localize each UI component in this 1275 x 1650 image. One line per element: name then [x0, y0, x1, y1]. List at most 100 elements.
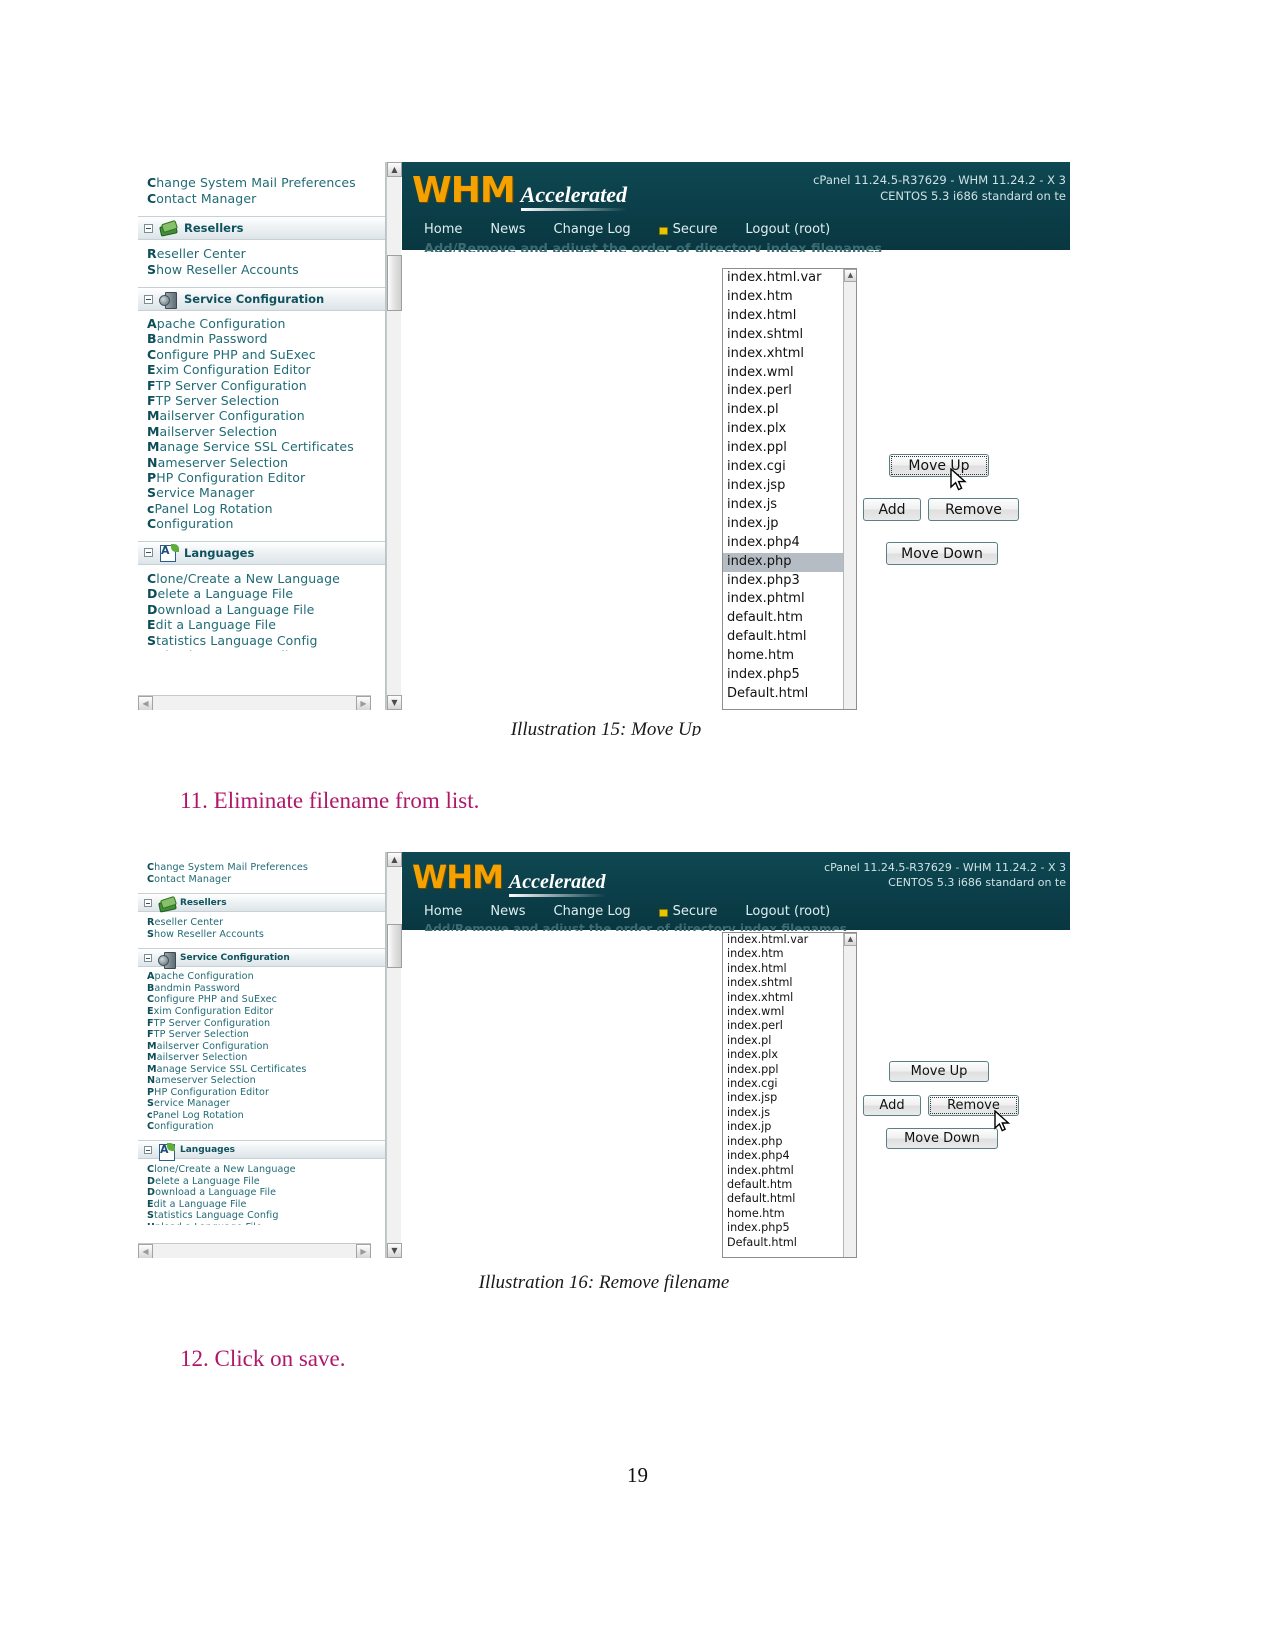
- add-button-15[interactable]: Add: [863, 498, 921, 521]
- whm-navbar-16[interactable]: Home News Change Log Secure Logout (root…: [424, 904, 830, 919]
- sidebar-link-clone-create-a-new-language[interactable]: Clone/Create a New Language: [147, 1164, 385, 1176]
- sidebar-link-configuration[interactable]: Configuration: [147, 1121, 385, 1133]
- sidebar-link-exim-configuration-editor[interactable]: Exim Configuration Editor: [147, 362, 385, 377]
- sidebar-link-mailserver-configuration[interactable]: Mailserver Configuration: [147, 408, 385, 423]
- scroll-down-icon[interactable]: ▼: [387, 695, 402, 710]
- scroll-down-icon[interactable]: ▼: [387, 1243, 402, 1258]
- nav-item-secure[interactable]: Secure: [658, 904, 717, 919]
- list-item[interactable]: index.cgi: [723, 458, 856, 477]
- list-item[interactable]: index.html: [723, 307, 856, 326]
- sidebar-group-languages-16[interactable]: Languages: [138, 1140, 385, 1161]
- list-item[interactable]: index.pl: [723, 1034, 856, 1048]
- list-item[interactable]: index.wml: [723, 364, 856, 383]
- list-item[interactable]: index.php5: [723, 666, 856, 685]
- whm-navbar-15[interactable]: Home News Change Log Secure Logout (root…: [424, 222, 830, 237]
- sidebar-vertical-scrollbar-16[interactable]: ▲ ▼: [386, 852, 402, 1258]
- list-item[interactable]: Default.html: [723, 1236, 856, 1250]
- sidebar-link-change-system-mail-preferences[interactable]: Change System Mail Preferences: [147, 175, 385, 191]
- list-item[interactable]: index.html.var: [723, 269, 856, 288]
- scroll-right-icon[interactable]: ▶: [356, 696, 371, 710]
- nav-item-home[interactable]: Home: [424, 904, 462, 919]
- sidebar-link-edit-a-language-file[interactable]: Edit a Language File: [147, 1199, 385, 1211]
- sidebar-link-show-reseller-accounts[interactable]: Show Reseller Accounts: [147, 262, 385, 278]
- collapse-icon[interactable]: [144, 953, 152, 962]
- sidebar-group-resellers[interactable]: Resellers: [138, 216, 385, 240]
- list-item[interactable]: index.htm: [723, 288, 856, 307]
- sidebar-link-mailserver-configuration[interactable]: Mailserver Configuration: [147, 1041, 385, 1053]
- sidebar-link-download-a-language-file[interactable]: Download a Language File: [147, 1187, 385, 1199]
- sidebar-group-resellers-16[interactable]: Resellers: [138, 893, 385, 913]
- list-item[interactable]: index.htm: [723, 947, 856, 961]
- collapse-icon[interactable]: [144, 898, 152, 907]
- list-item[interactable]: index.jsp: [723, 1091, 856, 1105]
- list-item[interactable]: default.html: [723, 1192, 856, 1206]
- nav-item-change-log[interactable]: Change Log: [554, 222, 631, 237]
- scroll-up-icon[interactable]: ▲: [844, 933, 856, 946]
- sidebar-link-statistics-language-config[interactable]: Statistics Language Config: [147, 633, 385, 649]
- list-item[interactable]: home.htm: [723, 647, 856, 666]
- nav-item-logout[interactable]: Logout (root): [745, 904, 830, 919]
- list-item[interactable]: index.php: [723, 1135, 856, 1149]
- list-item[interactable]: index.xhtml: [723, 991, 856, 1005]
- scroll-left-icon[interactable]: ◀: [138, 696, 153, 710]
- list-item[interactable]: index.xhtml: [723, 345, 856, 364]
- sidebar-link-contact-manager[interactable]: Contact Manager: [147, 191, 385, 207]
- list-item[interactable]: index.js: [723, 1106, 856, 1120]
- scroll-right-icon[interactable]: ▶: [356, 1244, 371, 1258]
- scroll-up-icon[interactable]: ▲: [844, 269, 856, 282]
- list-item[interactable]: index.perl: [723, 1019, 856, 1033]
- sidebar-link-service-manager[interactable]: Service Manager: [147, 1098, 385, 1110]
- whm-sidebar-15[interactable]: Change System Mail Preferences Contact M…: [138, 162, 386, 710]
- sidebar-link-reseller-center[interactable]: Reseller Center: [147, 917, 385, 929]
- nav-item-home[interactable]: Home: [424, 222, 462, 237]
- collapse-icon[interactable]: [144, 223, 153, 233]
- directory-index-list-16[interactable]: index.html.var index.htm index.html index.s…: [722, 932, 857, 1258]
- list-item[interactable]: index.jsp: [723, 477, 856, 496]
- sidebar-link-statistics-language-config[interactable]: Statistics Language Config: [147, 1210, 385, 1222]
- list-item[interactable]: index.plx: [723, 420, 856, 439]
- list-item[interactable]: index.php5: [723, 1221, 856, 1235]
- add-button-16[interactable]: Add: [863, 1095, 921, 1116]
- scroll-up-icon[interactable]: ▲: [387, 162, 402, 177]
- sidebar-link-configure-php-and-suexec[interactable]: Configure PHP and SuExec: [147, 994, 385, 1006]
- sidebar-link-configuration[interactable]: Configuration: [147, 516, 385, 531]
- sidebar-link-contact-manager[interactable]: Contact Manager: [147, 874, 385, 886]
- list-item[interactable]: index.perl: [723, 382, 856, 401]
- sidebar-link-clone-create-a-new-language[interactable]: Clone/Create a New Language: [147, 571, 385, 587]
- sidebar-link-bandmin-password[interactable]: Bandmin Password: [147, 331, 385, 346]
- list-item[interactable]: default.html: [723, 628, 856, 647]
- sidebar-link-ftp-server-configuration[interactable]: FTP Server Configuration: [147, 1018, 385, 1030]
- list-item[interactable]: index.shtml: [723, 976, 856, 990]
- list-item[interactable]: index.jp: [723, 1120, 856, 1134]
- remove-button-16[interactable]: Remove: [928, 1095, 1019, 1116]
- sidebar-link-upload-a-language-file[interactable]: Upload a Language File: [147, 1222, 385, 1225]
- sidebar-link-exim-configuration-editor[interactable]: Exim Configuration Editor: [147, 1006, 385, 1018]
- sidebar-link-php-configuration-editor[interactable]: PHP Configuration Editor: [147, 1087, 385, 1099]
- move-up-button-16[interactable]: Move Up: [889, 1061, 989, 1082]
- sidebar-link-cpanel-log-rotation[interactable]: cPanel Log Rotation: [147, 501, 385, 516]
- list-item[interactable]: index.ppl: [723, 1063, 856, 1077]
- collapse-icon[interactable]: [144, 294, 153, 304]
- sidebar-link-ftp-server-selection[interactable]: FTP Server Selection: [147, 1029, 385, 1041]
- sidebar-link-delete-a-language-file[interactable]: Delete a Language File: [147, 586, 385, 602]
- sidebar-link-manage-service-ssl-certificates[interactable]: Manage Service SSL Certificates: [147, 1064, 385, 1076]
- collapse-icon[interactable]: [144, 548, 153, 558]
- nav-item-change-log[interactable]: Change Log: [554, 904, 631, 919]
- sidebar-link-nameserver-selection[interactable]: Nameserver Selection: [147, 455, 385, 470]
- sidebar-link-download-a-language-file[interactable]: Download a Language File: [147, 602, 385, 618]
- move-down-button-15[interactable]: Move Down: [886, 542, 998, 565]
- list-item[interactable]: index.html.var: [723, 933, 856, 947]
- sidebar-group-service-configuration[interactable]: Service Configuration: [138, 287, 385, 311]
- list-items-16[interactable]: index.html.var index.htm index.html index.s…: [723, 933, 856, 1250]
- list-item[interactable]: home.htm: [723, 1207, 856, 1221]
- directory-index-list-15[interactable]: index.html.var index.htm index.html index.s…: [722, 268, 857, 710]
- list-item[interactable]: index.phtml: [723, 590, 856, 609]
- sidebar-link-upload-a-language-file[interactable]: Upload a Language File: [147, 648, 385, 651]
- sidebar-link-apache-configuration[interactable]: Apache Configuration: [147, 971, 385, 983]
- list-item[interactable]: index.php4: [723, 1149, 856, 1163]
- list-item[interactable]: index.shtml: [723, 326, 856, 345]
- scrollbar-thumb[interactable]: [387, 255, 402, 311]
- scroll-left-icon[interactable]: ◀: [138, 1244, 153, 1258]
- list-item[interactable]: default.htm: [723, 609, 856, 628]
- list-item[interactable]: index.ppl: [723, 439, 856, 458]
